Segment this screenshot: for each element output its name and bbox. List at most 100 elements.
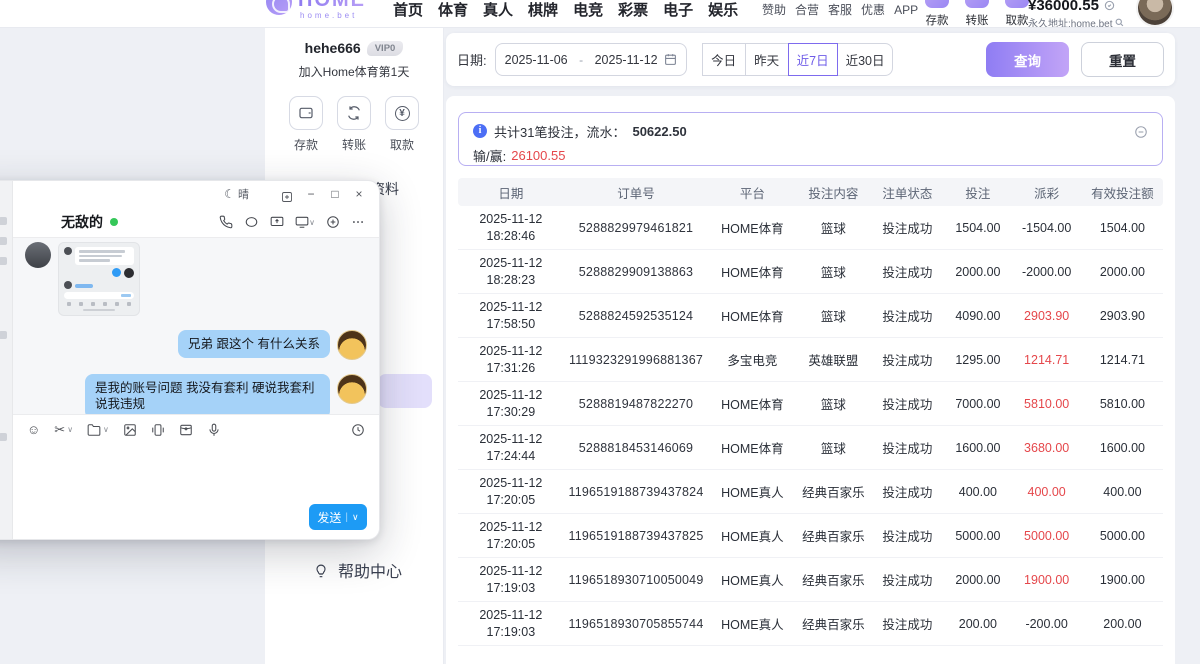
cell-valid-amount: 1600.00 [1082, 441, 1163, 455]
cell-valid-amount: 200.00 [1082, 617, 1163, 631]
sidebar-deposit-button[interactable]: 存款 [289, 96, 323, 153]
date-separator: - [574, 53, 589, 67]
chat-message-area: 兄弟 跟这个 有什么关系 是我的账号问题 我没有套利 硬说我套利 说我违规 是什… [13, 238, 379, 414]
table-row[interactable]: 2025-11-1217:19:03 1196518930710050049 H… [458, 558, 1163, 602]
secondary-nav-item[interactable]: 客服 [828, 1, 852, 19]
cell-payout: -200.00 [1011, 617, 1082, 631]
table-row[interactable]: 2025-11-1217:58:50 5288824592535124 HOME… [458, 294, 1163, 338]
withdraw-icon: ¥ [385, 96, 419, 130]
active-menu-highlight[interactable] [378, 374, 432, 408]
secondary-nav-item[interactable]: 合营 [795, 1, 819, 19]
user-avatar[interactable] [1136, 0, 1174, 27]
shared-screenshot-image[interactable] [58, 242, 140, 316]
quick-range-button[interactable]: 昨天 [745, 43, 789, 76]
secondary-nav-item[interactable]: 优惠 [861, 1, 885, 19]
nav-item[interactable]: 棋牌 [528, 0, 558, 23]
remote-desktop-icon[interactable]: ∨ [295, 215, 315, 229]
nav-item[interactable]: 电子 [663, 0, 693, 23]
top-navbar: HOME home.bet 首页体育真人棋牌电竞彩票电子娱乐 赞助合营客服优惠A… [0, 0, 1200, 28]
table-row[interactable]: 2025-11-1217:31:26 1119323291996881367 多… [458, 338, 1163, 382]
nav-item[interactable]: 娱乐 [708, 0, 738, 23]
quick-range-button[interactable]: 今日 [702, 43, 746, 76]
table-row[interactable]: 2025-11-1217:20:05 1196519188739437825 H… [458, 514, 1163, 558]
screen-share-icon[interactable] [270, 215, 284, 229]
search-icon[interactable] [1115, 18, 1124, 27]
chat-input-area[interactable]: 发送 | ∨ [13, 444, 379, 539]
voice-call-icon[interactable] [219, 215, 233, 229]
cell-bet-content: 篮球 [796, 262, 870, 281]
cell-platform: HOME真人 [708, 526, 796, 545]
reset-button[interactable]: 重置 [1081, 42, 1164, 77]
video-call-icon[interactable] [244, 215, 259, 229]
add-icon[interactable] [326, 215, 340, 229]
wallet-action[interactable]: 转账 [958, 0, 996, 28]
secondary-nav-item[interactable]: 赞助 [762, 1, 786, 19]
contact-avatar[interactable] [25, 242, 51, 268]
quick-range-button[interactable]: 近7日 [788, 43, 838, 76]
cell-bet-amount: 7000.00 [944, 397, 1011, 411]
table-row[interactable]: 2025-11-1217:19:03 1196518930705855744 H… [458, 602, 1163, 646]
secondary-nav-item[interactable]: APP [894, 1, 918, 19]
my-avatar[interactable] [337, 330, 367, 360]
wallet-action-icon [1005, 0, 1029, 8]
table-row[interactable]: 2025-11-1217:24:44 5288818453146069 HOME… [458, 426, 1163, 470]
image-icon[interactable] [123, 423, 137, 437]
wallet-actions: 存款 转账 取款 [918, 0, 1036, 28]
nav-item[interactable]: 电竞 [573, 0, 603, 23]
wallet-action-label: 转账 [966, 12, 989, 28]
wallet-action-label: 存款 [926, 12, 949, 28]
table-row[interactable]: 2025-11-1217:20:05 1196519188739437824 H… [458, 470, 1163, 514]
weather-widget[interactable]: ☾ 晴 [224, 186, 249, 202]
winloss-label: 输/赢: [473, 146, 506, 165]
chat-toolbar: ☺ ✂∨ ∨ [13, 414, 379, 444]
balance-amount: ¥36000.55 [1028, 0, 1099, 14]
query-button[interactable]: 查询 [986, 42, 1069, 77]
workspace-icon[interactable] [275, 185, 299, 203]
quick-range-button[interactable]: 近30日 [837, 43, 894, 76]
collapse-summary-icon[interactable] [1134, 125, 1148, 139]
shake-icon[interactable] [151, 423, 165, 437]
nav-item[interactable]: 彩票 [618, 0, 648, 23]
cell-order-number: 5288819487822270 [564, 397, 709, 411]
cell-payout: 2903.90 [1011, 309, 1082, 323]
bet-records-panel: i 共计31笔投注，流水： 50622.50 输/赢: 26100.55 日期订… [446, 96, 1175, 664]
chat-window[interactable]: ☾ 晴 − □ × 无敌的 ∨ [0, 180, 380, 540]
mic-icon[interactable] [207, 423, 221, 437]
screen: HOME home.bet 首页体育真人棋牌电竞彩票电子娱乐 赞助合营客服优惠A… [0, 0, 1200, 664]
close-button[interactable]: × [347, 182, 371, 206]
minimize-button[interactable]: − [299, 182, 323, 206]
file-icon[interactable]: ∨ [87, 423, 109, 437]
nav-item[interactable]: 真人 [483, 0, 513, 23]
filter-bar: 日期: 2025-11-06 - 2025-11-12 今日昨天近7日近30日 … [446, 33, 1175, 86]
wallet-action[interactable]: 存款 [918, 0, 956, 28]
send-button[interactable]: 发送 | ∨ [309, 504, 367, 530]
nav-item[interactable]: 体育 [438, 0, 468, 23]
date-range-input[interactable]: 2025-11-06 - 2025-11-12 [495, 43, 687, 76]
wallet-action-icon [965, 0, 989, 8]
cell-payout: 5000.00 [1011, 529, 1082, 543]
calendar-icon[interactable] [664, 53, 677, 66]
maximize-button[interactable]: □ [323, 182, 347, 206]
brand-logo-subtext: home.bet [300, 11, 357, 20]
transfer-label: 转账 [342, 136, 366, 153]
cell-bet-amount: 1295.00 [944, 353, 1011, 367]
my-avatar[interactable] [337, 374, 367, 404]
summary-turnover-value: 50622.50 [632, 124, 686, 139]
cell-valid-amount: 2903.90 [1082, 309, 1163, 323]
red-packet-icon[interactable] [179, 423, 193, 437]
table-row[interactable]: 2025-11-1217:30:29 5288819487822270 HOME… [458, 382, 1163, 426]
table-row[interactable]: 2025-11-1218:28:46 5288829979461821 HOME… [458, 206, 1163, 250]
cell-status: 投注成功 [870, 306, 944, 325]
table-row[interactable]: 2025-11-1218:28:23 5288829909138863 HOME… [458, 250, 1163, 294]
cell-payout: 1214.71 [1011, 353, 1082, 367]
nav-item[interactable]: 首页 [393, 0, 423, 23]
chat-history-icon[interactable] [351, 423, 365, 437]
sidebar-item-help[interactable]: 帮助中心 [313, 558, 402, 582]
sidebar-withdraw-button[interactable]: ¥ 取款 [385, 96, 419, 153]
chat-titlebar: ☾ 晴 − □ × [13, 181, 379, 207]
refresh-balance-icon[interactable] [1104, 0, 1115, 11]
emoji-icon[interactable]: ☺ [27, 423, 40, 436]
sidebar-transfer-button[interactable]: 转账 [337, 96, 371, 153]
screenshot-icon[interactable]: ✂∨ [54, 423, 73, 436]
more-icon[interactable] [351, 215, 365, 229]
